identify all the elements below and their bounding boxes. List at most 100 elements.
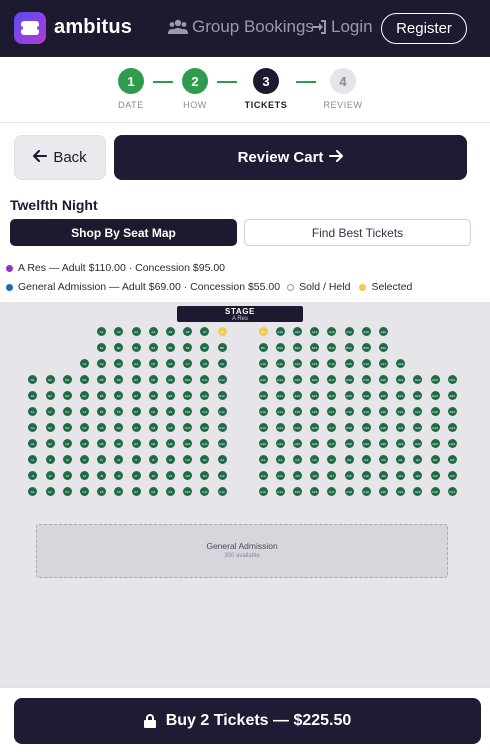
seat-j2[interactable]: J2 xyxy=(45,471,55,480)
seat-e7[interactable]: E7 xyxy=(131,391,141,400)
seat-f14[interactable]: F14 xyxy=(275,407,285,416)
seat-k24[interactable]: K24 xyxy=(447,487,457,496)
seat-f23[interactable]: F23 xyxy=(430,407,440,416)
seat-h4[interactable]: H4 xyxy=(79,439,89,448)
seat-f15[interactable]: F15 xyxy=(292,407,302,416)
seat-g24[interactable]: G24 xyxy=(447,423,457,432)
seat-j24[interactable]: J24 xyxy=(447,471,457,480)
seat-c12[interactable]: C12 xyxy=(292,359,302,368)
seat-j13[interactable]: J13 xyxy=(258,471,268,480)
brand-name[interactable]: ambitus xyxy=(54,16,132,39)
seat-h7[interactable]: H7 xyxy=(131,439,141,448)
seat-k19[interactable]: K19 xyxy=(361,487,371,496)
seat-b15[interactable]: B15 xyxy=(361,343,371,352)
seat-a11[interactable]: A11 xyxy=(292,327,302,336)
seat-k12[interactable]: K12 xyxy=(217,487,227,496)
seat-c6[interactable]: C6 xyxy=(165,359,175,368)
seat-c16[interactable]: C16 xyxy=(361,359,371,368)
seat-b9[interactable]: B9 xyxy=(258,343,268,352)
seat-d18[interactable]: D18 xyxy=(344,375,354,384)
seat-e15[interactable]: E15 xyxy=(292,391,302,400)
seat-h2[interactable]: H2 xyxy=(45,439,55,448)
seat-f19[interactable]: F19 xyxy=(361,407,371,416)
seat-k9[interactable]: K9 xyxy=(165,487,175,496)
seat-i19[interactable]: I19 xyxy=(361,455,371,464)
seat-e2[interactable]: E2 xyxy=(45,391,55,400)
seat-j3[interactable]: J3 xyxy=(62,471,72,480)
seat-f20[interactable]: F20 xyxy=(378,407,388,416)
seat-g18[interactable]: G18 xyxy=(344,423,354,432)
seat-g19[interactable]: G19 xyxy=(361,423,371,432)
seat-k4[interactable]: K4 xyxy=(79,487,89,496)
ambitus-logo-icon[interactable] xyxy=(14,12,46,44)
seat-h9[interactable]: H9 xyxy=(165,439,175,448)
seat-b3[interactable]: B3 xyxy=(131,343,141,352)
seat-i20[interactable]: I20 xyxy=(378,455,388,464)
seat-k8[interactable]: K8 xyxy=(148,487,158,496)
seat-k14[interactable]: K14 xyxy=(275,487,285,496)
seat-b10[interactable]: B10 xyxy=(275,343,285,352)
seat-h19[interactable]: H19 xyxy=(361,439,371,448)
seat-c4[interactable]: C4 xyxy=(131,359,141,368)
seat-c5[interactable]: C5 xyxy=(148,359,158,368)
seat-g4[interactable]: G4 xyxy=(79,423,89,432)
seat-d2[interactable]: D2 xyxy=(45,375,55,384)
seat-e4[interactable]: E4 xyxy=(79,391,89,400)
seat-k15[interactable]: K15 xyxy=(292,487,302,496)
buy-tickets-button[interactable]: Buy 2 Tickets — $225.50 xyxy=(14,698,481,744)
seat-k13[interactable]: K13 xyxy=(258,487,268,496)
seat-e23[interactable]: E23 xyxy=(430,391,440,400)
seat-h18[interactable]: H18 xyxy=(344,439,354,448)
seat-d24[interactable]: D24 xyxy=(447,375,457,384)
seat-f18[interactable]: F18 xyxy=(344,407,354,416)
seat-g2[interactable]: G2 xyxy=(45,423,55,432)
step-how[interactable]: 2 HOW xyxy=(165,68,225,110)
seat-h8[interactable]: H8 xyxy=(148,439,158,448)
group-bookings-link[interactable]: Group Bookings xyxy=(168,17,314,37)
seat-k23[interactable]: K23 xyxy=(430,487,440,496)
seat-i24[interactable]: I24 xyxy=(447,455,457,464)
tab-seat-map[interactable]: Shop By Seat Map xyxy=(10,219,237,246)
seat-h15[interactable]: H15 xyxy=(292,439,302,448)
seat-j20[interactable]: J20 xyxy=(378,471,388,480)
seat-c1[interactable]: C1 xyxy=(79,359,89,368)
seat-c10[interactable]: C10 xyxy=(258,359,268,368)
seat-e12[interactable]: E12 xyxy=(217,391,227,400)
seat-e18[interactable]: E18 xyxy=(344,391,354,400)
seat-d8[interactable]: D8 xyxy=(148,375,158,384)
seat-d4[interactable]: D4 xyxy=(79,375,89,384)
seat-j23[interactable]: J23 xyxy=(430,471,440,480)
seat-c9[interactable]: C9 xyxy=(217,359,227,368)
seat-i12[interactable]: I12 xyxy=(217,455,227,464)
seat-j8[interactable]: J8 xyxy=(148,471,158,480)
seat-k18[interactable]: K18 xyxy=(344,487,354,496)
seat-f8[interactable]: F8 xyxy=(148,407,158,416)
seat-k20[interactable]: K20 xyxy=(378,487,388,496)
seat-g13[interactable]: G13 xyxy=(258,423,268,432)
step-date[interactable]: 1 DATE xyxy=(101,68,161,110)
seat-d3[interactable]: D3 xyxy=(62,375,72,384)
review-cart-button[interactable]: Review Cart xyxy=(114,135,467,180)
seat-a9[interactable]: A9 xyxy=(258,327,268,336)
seat-b11[interactable]: B11 xyxy=(292,343,302,352)
seat-i4[interactable]: I4 xyxy=(79,455,89,464)
seat-k2[interactable]: K2 xyxy=(45,487,55,496)
seat-d15[interactable]: D15 xyxy=(292,375,302,384)
seat-g14[interactable]: G14 xyxy=(275,423,285,432)
seat-k7[interactable]: K7 xyxy=(131,487,141,496)
seat-j15[interactable]: J15 xyxy=(292,471,302,480)
seat-d7[interactable]: D7 xyxy=(131,375,141,384)
seat-c11[interactable]: C11 xyxy=(275,359,285,368)
seat-h14[interactable]: H14 xyxy=(275,439,285,448)
seat-g20[interactable]: G20 xyxy=(378,423,388,432)
seat-a16[interactable]: A16 xyxy=(378,327,388,336)
seat-f4[interactable]: F4 xyxy=(79,407,89,416)
seat-j14[interactable]: J14 xyxy=(275,471,285,480)
seat-i8[interactable]: I8 xyxy=(148,455,158,464)
seat-a3[interactable]: A3 xyxy=(131,327,141,336)
seat-i23[interactable]: I23 xyxy=(430,455,440,464)
seat-f2[interactable]: F2 xyxy=(45,407,55,416)
seat-j12[interactable]: J12 xyxy=(217,471,227,480)
seat-e9[interactable]: E9 xyxy=(165,391,175,400)
seat-i7[interactable]: I7 xyxy=(131,455,141,464)
